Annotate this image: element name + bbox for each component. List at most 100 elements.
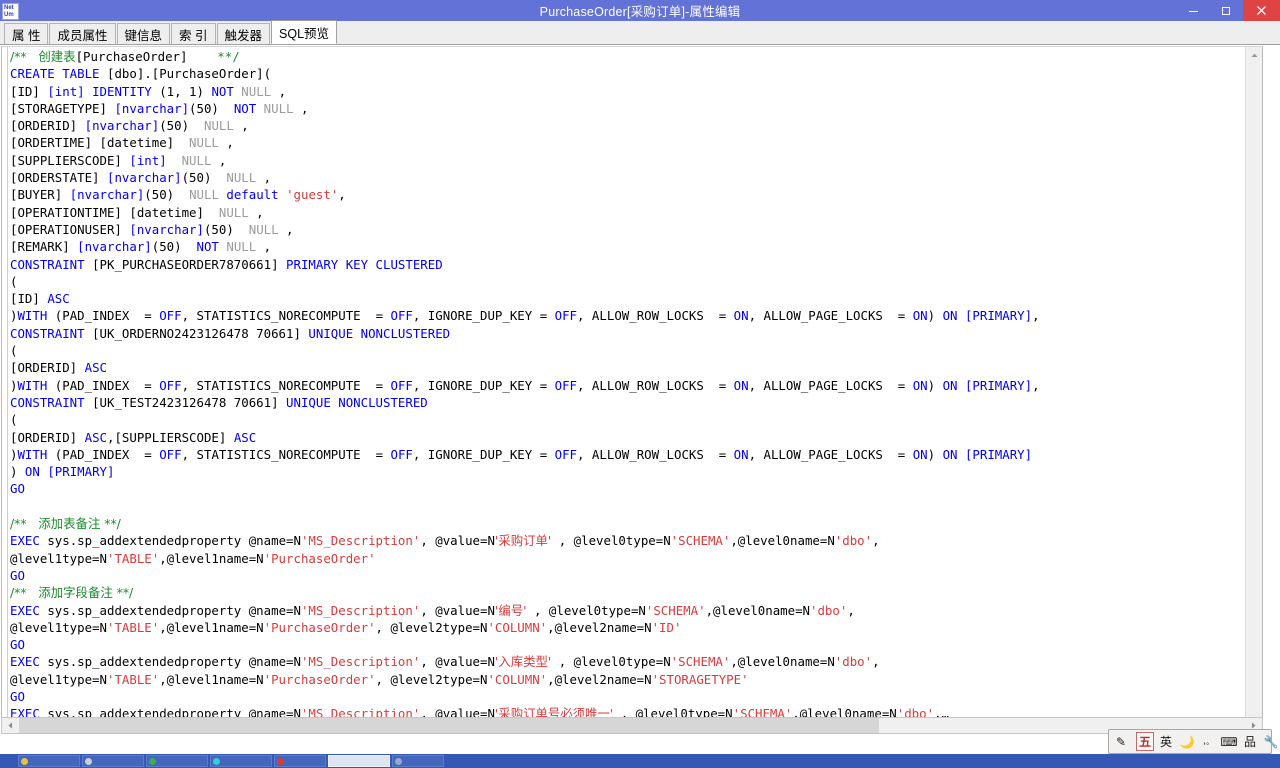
code-token: 'ID' <box>651 619 682 635</box>
ime-halfwidth-icon[interactable]: 🌙 <box>1178 732 1196 751</box>
code-line: [REMARK] [nvarchar](50) NOT NULL , <box>10 238 1250 255</box>
horizontal-scrollbar[interactable] <box>1 717 1263 734</box>
code-token: ,@level0name=N <box>730 533 835 549</box>
code-token: [SUPPLIERSCODE] <box>10 152 130 168</box>
code-token: (50) <box>203 221 249 237</box>
code-token: ) <box>927 308 943 324</box>
code-token: GO <box>10 688 25 704</box>
code-line: [ORDERID] ASC,[SUPPLIERSCODE] ASC <box>10 429 1250 446</box>
code-token: NULL <box>263 100 294 116</box>
ime-status-icon[interactable]: ✎ <box>1112 732 1130 751</box>
restore-button[interactable] <box>1210 0 1243 21</box>
code-token: 'PurchaseOrder' <box>263 619 376 635</box>
taskbar-item-3[interactable] <box>146 755 208 767</box>
code-token: ) <box>927 377 943 393</box>
taskbar-item-icon <box>277 757 284 765</box>
app-logo-line1: Net <box>4 4 14 11</box>
ime-language-bar[interactable]: ✎ 五英 🌙，。 ⌨ 品 🔧 <box>1108 729 1278 754</box>
ime-toolbox-icon[interactable]: 品 <box>1241 732 1259 751</box>
code-token: [PRIMARY] <box>964 377 1033 393</box>
code-token: , ALLOW_ROW_LOCKS = <box>577 308 734 324</box>
code-token: OFF <box>554 308 578 324</box>
code-token: (50) <box>189 100 234 116</box>
taskbar-item-1[interactable] <box>18 755 80 767</box>
code-token: , STATISTICS_NORECOMPUTE = <box>181 377 391 393</box>
minimize-button[interactable] <box>1177 0 1210 21</box>
sql-code-text[interactable]: /** 创建表[PurchaseOrder] **/CREATE TABLE [… <box>10 48 1250 723</box>
tab-5[interactable]: SQL预览 <box>271 20 338 44</box>
code-token: OFF <box>390 308 413 324</box>
tab-label: 触发器 <box>224 28 263 43</box>
code-token: , <box>847 602 855 618</box>
code-token: ,@level0name=N <box>705 602 810 618</box>
ime-punctuation-icon[interactable]: ，。 <box>1199 732 1217 751</box>
code-token: , <box>248 204 264 220</box>
code-token: , <box>233 118 249 134</box>
code-token: , <box>211 152 227 168</box>
code-token: OFF <box>159 446 182 462</box>
ime-mode-english[interactable]: 英 <box>1157 732 1175 751</box>
code-token: /** 添加字段备注 **/ <box>10 585 134 601</box>
scroll-up-arrow[interactable] <box>1246 47 1262 64</box>
code-line: ( <box>10 342 1250 359</box>
taskbar-item-7[interactable] <box>392 755 444 767</box>
code-line: EXEC sys.sp_addextendedproperty @name=N'… <box>10 532 1250 549</box>
taskbar-item-6[interactable] <box>328 755 390 767</box>
code-token: [nvarchar] <box>114 100 190 116</box>
vertical-scroll-track[interactable] <box>1246 64 1262 714</box>
vertical-scrollbar[interactable] <box>1245 47 1262 731</box>
code-token: , <box>271 83 287 99</box>
code-token: [STORAGETYPE] <box>10 100 115 116</box>
taskbar-item-icon <box>395 757 402 765</box>
code-line: [ID] ASC <box>10 290 1250 307</box>
code-token: , STATISTICS_NORECOMPUTE = <box>181 308 391 324</box>
horizontal-scroll-thumb[interactable] <box>19 718 879 733</box>
code-token: ON <box>942 446 965 462</box>
code-token: , @level2type=N <box>375 671 488 687</box>
code-line: EXEC sys.sp_addextendedproperty @name=N'… <box>10 653 1250 670</box>
code-token: ON <box>912 446 928 462</box>
taskbar-item-icon <box>149 757 156 765</box>
code-token: , ALLOW_PAGE_LOCKS = <box>748 377 913 393</box>
code-token: /** 添加表备注 **/ <box>10 516 121 532</box>
tab-label: 键信息 <box>124 28 163 43</box>
ime-mode-chinese[interactable]: 五 <box>1136 732 1154 751</box>
code-token: @level1type=N <box>10 619 107 635</box>
code-token: [OPERATIONUSER] <box>10 221 130 237</box>
code-token: OFF <box>554 377 578 393</box>
code-line: GO <box>10 567 1250 584</box>
os-taskbar[interactable] <box>0 754 1280 768</box>
taskbar-item-4[interactable] <box>210 755 272 767</box>
close-button[interactable] <box>1243 0 1280 21</box>
code-token: UNIQUE NONCLUSTERED <box>286 394 428 410</box>
code-token: OFF <box>159 308 182 324</box>
code-token: 'TABLE' <box>106 619 160 635</box>
code-token: [PurchaseOrder] <box>75 49 188 64</box>
code-token: sys.sp_addextendedproperty @name=N <box>47 533 301 549</box>
code-token: ,@level1name=N <box>159 619 264 635</box>
code-token: ON <box>733 446 749 462</box>
code-token: PRIMARY KEY CLUSTERED <box>286 256 443 272</box>
code-token: ASC <box>47 291 70 307</box>
taskbar-item-5[interactable] <box>274 755 326 767</box>
code-token: , <box>256 170 272 186</box>
taskbar-item-2[interactable] <box>82 755 144 767</box>
ime-soft-keyboard-icon[interactable]: ⌨ <box>1220 732 1238 751</box>
tab-0[interactable]: 属 性 <box>4 23 49 44</box>
ime-settings-icon[interactable]: 🔧 <box>1262 732 1280 751</box>
code-token: CREATE TABLE <box>10 66 107 82</box>
code-token: [ID] <box>10 291 48 307</box>
code-token: 'dbo' <box>810 602 848 618</box>
code-token: GO <box>10 481 25 497</box>
sql-preview-panel: /** 创建表[PurchaseOrder] **/CREATE TABLE [… <box>0 45 1280 734</box>
tab-2[interactable]: 键信息 <box>116 23 171 44</box>
code-token: [nvarchar] <box>77 239 152 255</box>
code-token: UNIQUE NONCLUSTERED <box>308 325 451 341</box>
tab-1[interactable]: 成员属性 <box>49 23 116 44</box>
tab-4[interactable]: 触发器 <box>216 23 271 44</box>
horizontal-scroll-track[interactable] <box>19 718 1245 733</box>
code-token: ON <box>24 464 48 480</box>
tab-3[interactable]: 索 引 <box>171 23 216 44</box>
code-token: NULL <box>241 83 272 99</box>
scroll-left-arrow[interactable] <box>2 718 19 733</box>
